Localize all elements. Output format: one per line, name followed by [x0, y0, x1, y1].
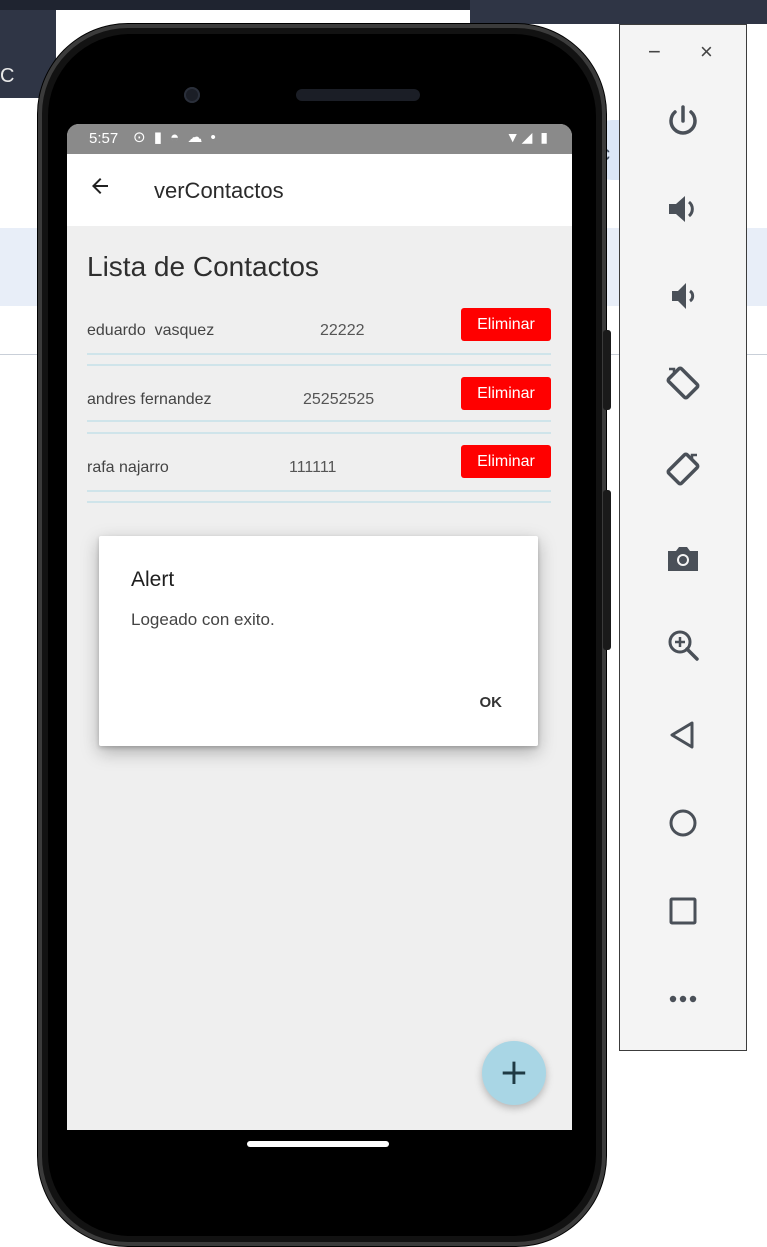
alert-dialog: Alert Logeado con exito. OK [99, 536, 538, 746]
row-divider [87, 364, 551, 366]
plus-icon: + [498, 1052, 530, 1093]
emulator-minimize-button[interactable]: − [648, 39, 661, 65]
zoom-icon[interactable] [659, 621, 707, 669]
row-divider [87, 501, 551, 503]
volume-up-icon[interactable] [659, 185, 707, 233]
host-toolbar [470, 0, 767, 24]
arrow-left-icon [92, 178, 108, 194]
desktop-background: C c 5:57 ⊙ ▮ ◓ ☁ • ▼◢ ▮ verContactos Lis… [0, 0, 767, 1247]
app-bar: verContactos [67, 154, 572, 226]
front-camera [184, 87, 200, 103]
signal-battery-icons: ▼◢ ▮ [505, 129, 550, 145]
more-icon[interactable] [659, 975, 707, 1023]
delete-contact-button[interactable]: Eliminar [461, 308, 551, 341]
app-title: verContactos [154, 178, 284, 203]
gesture-home-bar[interactable] [247, 1141, 389, 1147]
contact-name: eduardo vasquez [87, 322, 215, 339]
host-partial-text: C [0, 65, 15, 87]
back-arrow-icon[interactable] [85, 174, 115, 204]
emulator-control-panel: − × [619, 24, 747, 1051]
back-icon[interactable] [659, 711, 707, 759]
contact-name: andres fernandez [87, 391, 212, 408]
dialog-ok-button[interactable]: OK [480, 694, 503, 711]
earpiece-speaker [296, 89, 420, 101]
dialog-message: Logeado con exito. [131, 610, 275, 629]
contact-name: rafa najarro [87, 459, 169, 476]
status-bar: 5:57 ⊙ ▮ ◓ ☁ • ▼◢ ▮ [67, 124, 572, 154]
power-side-button [603, 330, 611, 410]
list-title: Lista de Contactos [87, 251, 319, 282]
emulator-close-button[interactable]: × [700, 39, 713, 65]
add-contact-fab[interactable]: + [482, 1041, 546, 1105]
row-divider [87, 353, 551, 355]
status-time: 5:57 [89, 130, 119, 147]
rotate-left-icon[interactable] [659, 359, 707, 407]
row-divider [87, 432, 551, 434]
volume-down-icon[interactable] [659, 272, 707, 320]
delete-contact-button[interactable]: Eliminar [461, 445, 551, 478]
row-divider [87, 420, 551, 422]
device-screen: 5:57 ⊙ ▮ ◓ ☁ • ▼◢ ▮ verContactos Lista d… [67, 124, 572, 1130]
overview-icon[interactable] [659, 887, 707, 935]
contact-row: rafa najarro 111111 Eliminar [87, 445, 551, 505]
contact-phone: 25252525 [303, 391, 375, 408]
row-divider [87, 490, 551, 492]
contact-row: andres fernandez 25252525 Eliminar [87, 377, 551, 437]
notification-icons: ⊙ ▮ ◓ ☁ • [133, 129, 218, 146]
contact-phone: 111111 [289, 459, 337, 476]
emulator-window-controls: − × [620, 37, 748, 67]
contact-phone: 22222 [320, 322, 365, 339]
dialog-title: Alert [131, 568, 175, 591]
rotate-right-icon[interactable] [659, 445, 707, 493]
volume-side-button [603, 490, 611, 650]
delete-contact-button[interactable]: Eliminar [461, 377, 551, 410]
home-icon[interactable] [659, 799, 707, 847]
power-icon[interactable] [659, 97, 707, 145]
contact-row: eduardo vasquez 22222 Eliminar [87, 308, 551, 368]
camera-icon[interactable] [659, 535, 707, 583]
